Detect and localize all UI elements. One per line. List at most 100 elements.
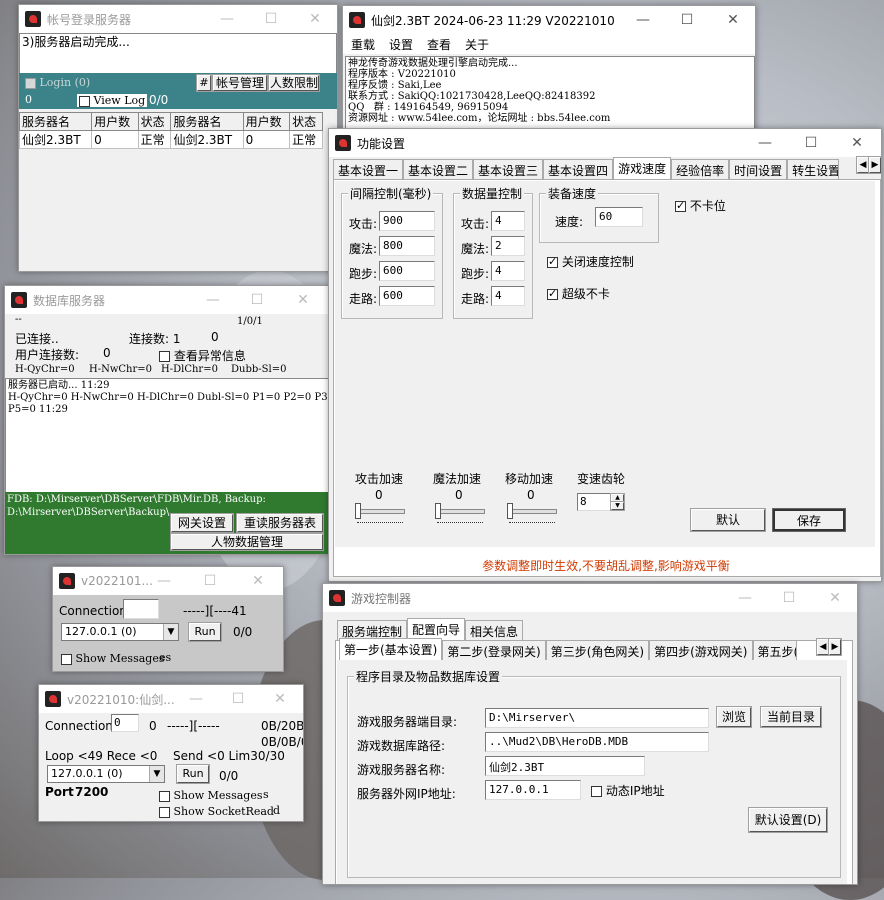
current-dir-button[interactable]: 当前目录 [760,706,822,728]
view-log-check[interactable] [79,95,90,107]
tab-exp-rate[interactable]: 经验倍率 [671,159,730,179]
maximize-button[interactable]: ☐ [665,6,709,34]
move-accel-slider[interactable] [507,503,557,523]
interval-magic-input[interactable]: 800 [379,236,435,256]
ip-select[interactable]: 127.0.0.1 (0) ▼ [47,765,165,783]
tab-scroll-left-button[interactable]: ◀ [856,156,870,174]
menu-about[interactable]: 关于 [465,36,489,53]
external-ip-input[interactable]: 127.0.0.1 [485,780,581,800]
minimize-button[interactable]: — [181,685,211,713]
menu-view[interactable]: 查看 [427,36,451,53]
title-bar[interactable]: 游戏控制器 — ☐ ✕ [323,584,857,612]
amount-walk-input[interactable]: 4 [491,286,525,306]
close-speed-control-check[interactable] [547,255,558,268]
hash-button[interactable]: # [196,74,212,92]
tab-step-5[interactable]: 第五步( [752,640,797,660]
tab-rebirth[interactable]: 转生设置 [787,159,840,179]
close-speed-control-checkbox[interactable]: 关闭速度控制 [547,253,634,270]
menu-reload[interactable]: 重载 [351,36,375,53]
minimize-button[interactable]: — [149,567,179,595]
maximize-button[interactable]: ☐ [223,685,253,713]
tab-scroll-right-button[interactable]: ▶ [868,156,881,174]
interval-walk-input[interactable]: 600 [379,286,435,306]
maximize-button[interactable]: ☐ [235,286,279,314]
log-memo[interactable]: 3)服务器启动完成... [19,33,337,75]
spinner-down-button[interactable]: ▼ [610,501,625,511]
amount-run-input[interactable]: 4 [491,261,525,281]
title-bar[interactable]: 帐号登录服务器 — ☐ ✕ [19,5,337,33]
title-bar[interactable]: v2022101... — ☐ ✕ [53,567,283,595]
db-log-memo[interactable]: 服务器已启动... 11:29 H-QyChr=0 H-NwChr=0 H-Dl… [5,378,329,494]
db-path-input[interactable]: ..\Mud2\DB\HeroDB.MDB [485,732,709,752]
title-bar[interactable]: v20221010:仙剑... — ☐ ✕ [39,685,303,713]
minimize-button[interactable]: — [621,6,665,34]
slider-thumb[interactable] [507,503,513,519]
step-scroll-right-button[interactable]: ▶ [828,638,842,656]
title-bar[interactable]: 数据库服务器 — ☐ ✕ [5,286,329,314]
tab-step-2[interactable]: 第二步(登录网关) [442,640,546,660]
chevron-down-icon[interactable]: ▼ [149,766,164,782]
maximize-button[interactable]: ☐ [767,584,811,612]
login-checkbox[interactable]: Login (0) [25,76,90,89]
amount-attack-input[interactable]: 4 [491,211,525,231]
connection-field[interactable]: 0 [111,714,139,732]
server-table[interactable]: 服务器名 用户数 状态 服务器名 用户数 状态 仙剑2.3BT 0 正常 仙剑2… [19,112,323,149]
maximize-button[interactable]: ☐ [249,5,293,33]
show-socketread-checkbox[interactable]: Show SocketRead [159,805,274,818]
engine-log-memo[interactable]: 神龙传奇游戏数据处理引擎启动完成... 程序版本 : V20221010 程序反… [345,56,755,136]
connection-field[interactable] [123,599,159,619]
tab-basic-1[interactable]: 基本设置一 [333,159,404,179]
tab-related-info[interactable]: 相关信息 [465,620,524,640]
no-stuck-check[interactable] [675,199,686,212]
spinner-up-button[interactable]: ▲ [610,493,625,503]
attack-accel-slider[interactable] [355,503,405,523]
show-error-checkbox[interactable]: 查看异常信息 [159,347,246,364]
browse-button[interactable]: 浏览 [716,706,752,728]
character-data-button[interactable]: 人物数据管理 [170,533,324,551]
no-stuck-checkbox[interactable]: 不卡位 [675,197,726,214]
tab-server-control[interactable]: 服务端控制 [337,620,408,640]
tab-config-wizard[interactable]: 配置向导 [407,618,466,640]
tab-basic-4[interactable]: 基本设置四 [543,159,614,179]
slider-thumb[interactable] [435,503,441,519]
show-messages-check[interactable] [61,653,72,665]
ip-select[interactable]: 127.0.0.1 (0) ▼ [61,623,179,641]
tab-step-3[interactable]: 第三步(角色网关) [545,640,650,660]
amount-magic-input[interactable]: 2 [491,236,525,256]
close-button[interactable]: ✕ [813,584,857,612]
tab-step-1[interactable]: 第一步(基本设置) [339,638,443,660]
speed-input[interactable]: 60 [595,207,643,227]
step-scroll-left-button[interactable]: ◀ [816,638,830,656]
tab-game-speed[interactable]: 游戏速度 [613,157,672,179]
maximize-button[interactable]: ☐ [195,567,225,595]
tab-basic-2[interactable]: 基本设置二 [403,159,474,179]
minimize-button[interactable]: — [743,129,787,157]
super-no-stuck-checkbox[interactable]: 超级不卡 [547,285,610,302]
interval-run-input[interactable]: 600 [379,261,435,281]
show-messages-checkbox[interactable]: Show Messages [61,652,164,665]
title-bar[interactable]: 仙剑2.3BT 2024-06-23 11:29 V20221010 — ☐ ✕ [343,6,755,34]
server-dir-input[interactable]: D:\Mirserver\ [485,708,709,728]
menu-settings[interactable]: 设置 [389,36,413,53]
reload-server-table-button[interactable]: 重读服务器表 [236,513,324,533]
super-no-stuck-check[interactable] [547,287,558,300]
tab-time[interactable]: 时间设置 [729,159,788,179]
login-check[interactable] [25,76,36,89]
show-socketread-check[interactable] [159,806,170,818]
run-button[interactable]: Run [176,764,210,784]
slider-thumb[interactable] [355,503,361,519]
default-button[interactable]: 默认 [690,508,766,532]
interval-attack-input[interactable]: 900 [379,211,435,231]
default-settings-button[interactable]: 默认设置(D) [748,807,828,833]
minimize-button[interactable]: — [723,584,767,612]
table-row[interactable]: 仙剑2.3BT 0 正常 仙剑2.3BT 0 正常 [19,130,323,149]
dynamic-ip-checkbox[interactable]: 动态IP地址 [591,782,665,799]
user-limit-button[interactable]: 人数限制 [268,74,320,92]
view-log-checkbox[interactable]: View Log [77,94,148,107]
dynamic-ip-check[interactable] [591,786,602,797]
show-error-check[interactable] [159,351,170,362]
gateway-settings-button[interactable]: 网关设置 [170,513,234,533]
maximize-button[interactable]: ☐ [789,129,833,157]
tab-step-4[interactable]: 第四步(游戏网关) [649,640,753,660]
save-button[interactable]: 保存 [772,508,846,532]
